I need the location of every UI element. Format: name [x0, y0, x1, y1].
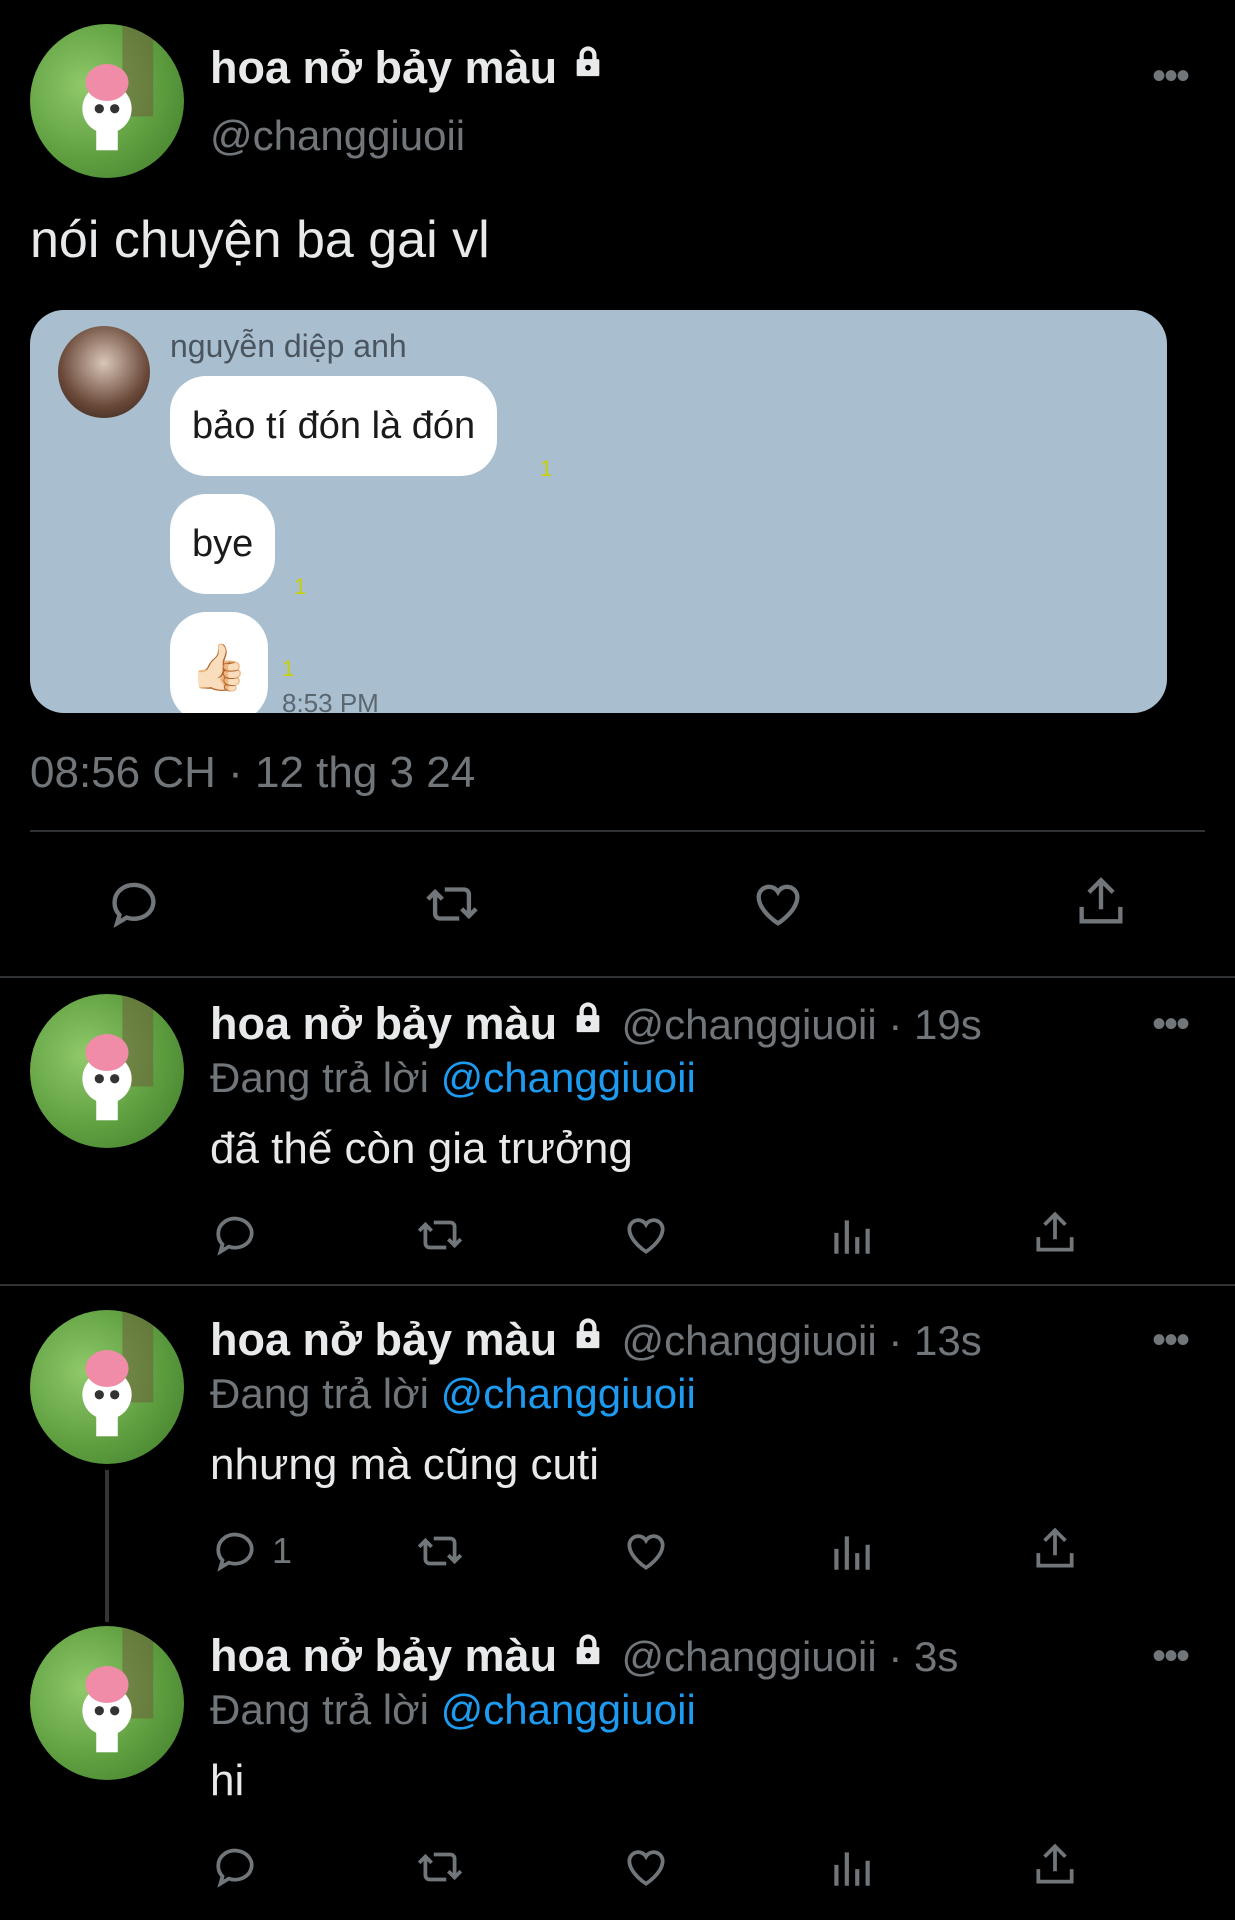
read-count: 1	[294, 574, 307, 599]
more-icon[interactable]: •••	[1152, 1318, 1190, 1363]
message-bubble: 👍🏻	[170, 612, 268, 713]
views-icon[interactable]	[826, 1526, 876, 1576]
replying-to: Đang trả lời @changgiuoii	[210, 1370, 696, 1417]
share-icon[interactable]	[1030, 1840, 1080, 1890]
views-icon[interactable]	[826, 1210, 876, 1260]
retweet-icon[interactable]	[412, 1526, 468, 1576]
display-name[interactable]: hoa nở bảy màu	[210, 38, 605, 94]
message-bubble: bye	[170, 494, 276, 594]
replying-to: Đang trả lời @changgiuoii	[210, 1054, 696, 1101]
message-bubble: bảo tí đón là đón	[170, 376, 498, 476]
reply-icon[interactable]	[210, 1210, 260, 1260]
tweet-text: nói chuyện ba gai vl	[30, 211, 490, 269]
lock-icon	[571, 38, 605, 77]
mention-link[interactable]: @changgiuoii	[441, 1686, 696, 1733]
share-icon[interactable]	[1030, 1208, 1080, 1258]
replying-to: Đang trả lời @changgiuoii	[210, 1686, 696, 1733]
handle-time[interactable]: @changgiuoii · 13s	[622, 1317, 982, 1364]
more-icon[interactable]: •••	[1152, 54, 1190, 99]
reply-icon[interactable]	[210, 1842, 260, 1892]
reply-icon[interactable]	[210, 1526, 260, 1576]
views-icon[interactable]	[826, 1842, 876, 1892]
like-icon[interactable]	[620, 1842, 672, 1892]
more-icon[interactable]: •••	[1152, 1002, 1190, 1047]
handle-time[interactable]: @changgiuoii · 3s	[622, 1633, 959, 1680]
more-icon[interactable]: •••	[1152, 1634, 1190, 1679]
avatar[interactable]	[30, 1310, 184, 1464]
avatar[interactable]	[30, 1626, 184, 1780]
handle-time[interactable]: @changgiuoii · 19s	[622, 1001, 982, 1048]
lock-icon	[571, 1001, 605, 1035]
share-icon[interactable]	[1072, 873, 1130, 931]
message-time: 8:53 PM	[282, 688, 379, 713]
display-name[interactable]: hoa nở bảy màu	[210, 998, 557, 1049]
retweet-icon[interactable]	[420, 875, 484, 933]
display-name[interactable]: hoa nở bảy màu	[210, 1630, 557, 1681]
read-count: 1	[540, 456, 553, 481]
sender-name: nguyễn diệp anh	[170, 328, 407, 364]
retweet-icon[interactable]	[412, 1210, 468, 1260]
mention-link[interactable]: @changgiuoii	[441, 1370, 696, 1417]
mention-link[interactable]: @changgiuoii	[441, 1054, 696, 1101]
lock-icon	[571, 1633, 605, 1667]
avatar[interactable]	[30, 994, 184, 1148]
tweet-text: nhưng mà cũng cuti	[210, 1440, 600, 1489]
attached-image[interactable]: nguyễn diệp anh bảo tí đón là đón 1 bye …	[30, 310, 1167, 713]
divider	[0, 1284, 1235, 1286]
reply-icon[interactable]	[105, 875, 163, 933]
handle[interactable]: @changgiuoii	[210, 112, 465, 160]
sender-avatar	[58, 326, 150, 418]
tweet-text: hi	[210, 1756, 245, 1805]
like-icon[interactable]	[620, 1210, 672, 1260]
tweet-text: đã thế còn gia trưởng	[210, 1124, 633, 1173]
divider	[30, 830, 1205, 832]
share-icon[interactable]	[1030, 1524, 1080, 1574]
retweet-icon[interactable]	[412, 1842, 468, 1892]
read-count: 1	[282, 656, 295, 681]
reply-header: hoa nở bảy màu @changgiuoii · 3s	[210, 1630, 958, 1682]
lock-icon	[571, 1317, 605, 1351]
thread-line	[105, 1470, 109, 1622]
like-icon[interactable]	[620, 1526, 672, 1576]
avatar[interactable]	[30, 24, 184, 178]
reply-header: hoa nở bảy màu @changgiuoii · 19s	[210, 998, 982, 1050]
divider	[0, 976, 1235, 978]
display-name[interactable]: hoa nở bảy màu	[210, 1314, 557, 1365]
timestamp: 08:56 CH · 12 thg 3 24	[30, 748, 476, 797]
like-icon[interactable]	[748, 875, 808, 933]
reply-count: 1	[272, 1530, 293, 1571]
reply-header: hoa nở bảy màu @changgiuoii · 13s	[210, 1314, 982, 1366]
